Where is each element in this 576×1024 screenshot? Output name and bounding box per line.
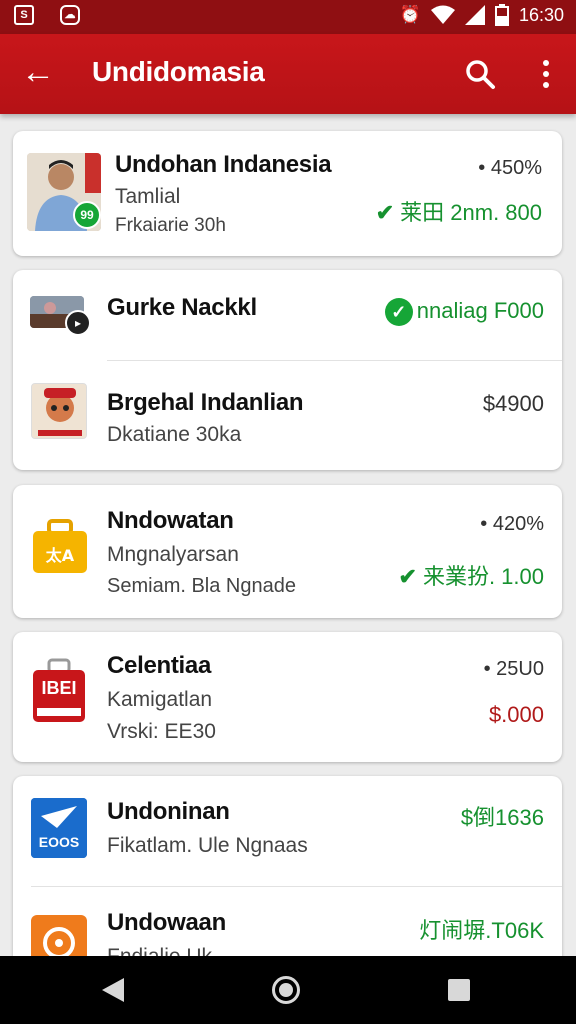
- system-nav-bar: [0, 956, 576, 1024]
- item-subtitle: Fikatlam. Ule Ngnaas: [107, 834, 308, 857]
- overflow-menu-icon[interactable]: [532, 56, 560, 92]
- list-card[interactable]: 太A Nndowatan Mngnalyarsan Semiam. Bla Ng…: [13, 485, 562, 618]
- item-subtitle: Dkatiane 30ka: [107, 423, 242, 446]
- status-time: 16:30: [518, 4, 564, 25]
- item-value: ✓ nnaliag F000: [384, 298, 544, 327]
- blue-plane-icon: EOOS: [31, 798, 87, 858]
- status-bar: S ☁ ⏰ 16:30: [0, 0, 576, 34]
- item-percent: • 420%: [480, 513, 544, 535]
- list-card[interactable]: 99 Undohan Indanesia Tamlial Frkaiarie 3…: [13, 131, 562, 256]
- item-subtitle: Tamlial: [115, 185, 181, 208]
- page-title: Undidomasia: [92, 56, 265, 87]
- list-card[interactable]: IBEI Celentiaa Kamigatlan Vrski: EE30 • …: [13, 632, 562, 762]
- item-detail: Frkaiarie 30h: [115, 215, 226, 236]
- item-percent: • 25U0: [483, 658, 544, 680]
- item-value: $倒1636: [460, 805, 544, 830]
- box-label: IBEI: [41, 678, 77, 698]
- nav-home-icon[interactable]: [272, 976, 300, 1004]
- nav-recents-icon[interactable]: [448, 979, 470, 1001]
- list-item[interactable]: ▸ Gurke Nackkl ✓ nnaliag F000: [13, 270, 562, 360]
- list-item[interactable]: Brgehal Indanlian Dkatiane 30ka $4900: [13, 361, 562, 470]
- alarm-icon: ⏰: [399, 5, 421, 24]
- wifi-icon: [430, 5, 455, 24]
- item-value: $4900: [482, 391, 544, 416]
- item-subtitle: Kamigatlan: [107, 688, 213, 711]
- back-arrow-icon[interactable]: ←: [18, 52, 58, 92]
- verified-badge-icon: 99: [73, 201, 101, 229]
- battery-icon: [494, 4, 509, 26]
- cloud-notification-icon: ☁: [60, 5, 80, 25]
- item-name: Undoninan: [107, 798, 230, 825]
- item-name: Undohan Indanesia: [115, 151, 332, 178]
- item-detail: Semiam. Bla Ngnade: [107, 575, 296, 597]
- signal-icon: [464, 5, 485, 25]
- check-icon: ✔: [398, 564, 417, 589]
- play-icon: ▸: [65, 310, 91, 336]
- item-name: Celentiaa: [107, 652, 212, 679]
- icon-label: EOOS: [38, 834, 80, 850]
- item-name: Nndowatan: [107, 507, 234, 534]
- check-circle-icon: ✓: [384, 298, 413, 327]
- item-detail: Vrski: EE30: [107, 720, 216, 743]
- list-card: EOOS Undoninan Fikatlam. Ule Ngnaas $倒16…: [13, 776, 562, 976]
- item-value: ✔ 来業扮. 1.00: [398, 564, 544, 589]
- item-value: 灯闹塀.T06K: [419, 918, 544, 943]
- list-item[interactable]: EOOS Undoninan Fikatlam. Ule Ngnaas $倒16…: [13, 776, 562, 886]
- person-photo-thumbnail: 99: [27, 153, 101, 231]
- nav-back-icon[interactable]: [102, 978, 124, 1002]
- item-subtitle: Mngnalyarsan: [107, 543, 239, 566]
- item-value: $.000: [488, 702, 544, 727]
- app-bar: ← Undidomasia: [0, 34, 576, 114]
- notification-app-icon: S: [14, 5, 34, 25]
- item-name: Undowaan: [107, 909, 226, 936]
- yellow-bag-icon: 太A: [31, 517, 89, 575]
- svg-text:太A: 太A: [45, 546, 75, 565]
- check-icon: ✔: [375, 200, 395, 225]
- item-name: Gurke Nackkl: [107, 294, 257, 321]
- red-mascot-icon: [31, 383, 87, 439]
- item-percent: • 450%: [478, 157, 542, 179]
- red-box-icon: IBEI: [31, 658, 87, 724]
- list-card: ▸ Gurke Nackkl ✓ nnaliag F000 Brgehal Ind…: [13, 270, 562, 470]
- search-icon[interactable]: [464, 58, 496, 90]
- item-value: ✔ 莱田 2nm. 800: [375, 200, 542, 225]
- item-name: Brgehal Indanlian: [107, 389, 304, 416]
